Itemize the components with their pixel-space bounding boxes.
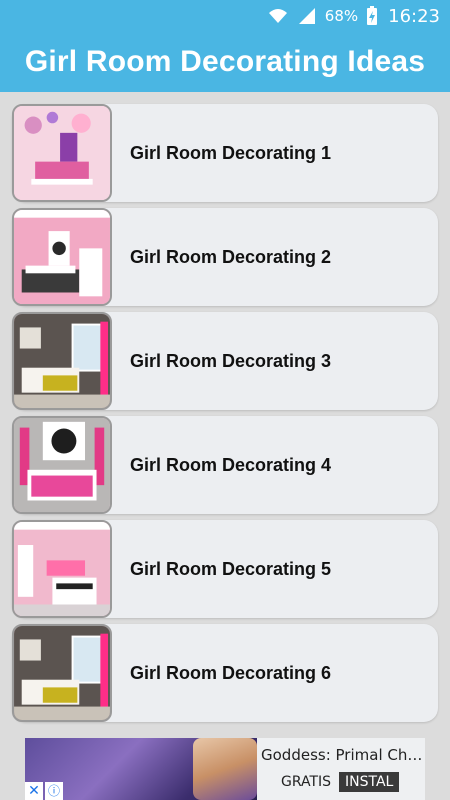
room-thumbnail <box>12 104 112 202</box>
list-item[interactable]: Girl Room Decorating 4 <box>12 416 438 514</box>
list-item[interactable]: Girl Room Decorating 2 <box>12 208 438 306</box>
list-item[interactable]: Girl Room Decorating 1 <box>12 104 438 202</box>
room-thumbnail <box>12 624 112 722</box>
close-icon[interactable]: ✕ <box>25 782 43 800</box>
list-item-label: Girl Room Decorating 6 <box>130 662 332 683</box>
battery-charging-icon <box>366 6 378 26</box>
room-thumbnail <box>12 520 112 618</box>
status-bar: 68% 16:23 <box>0 0 450 32</box>
ad-install-button[interactable]: INSTAL <box>339 772 400 792</box>
list-item-label: Girl Room Decorating 1 <box>130 142 332 163</box>
list-item-label: Girl Room Decorating 2 <box>130 246 332 267</box>
list-item[interactable]: Girl Room Decorating 6 <box>12 624 438 722</box>
list-item-label: Girl Room Decorating 5 <box>130 558 332 579</box>
app-bar: Girl Room Decorating Ideas <box>0 32 450 92</box>
list-item[interactable]: Girl Room Decorating 3 <box>12 312 438 410</box>
ad-price-label: GRATIS <box>281 774 332 790</box>
signal-icon <box>297 7 317 25</box>
item-list: Girl Room Decorating 1 Girl Room Decorat… <box>12 104 438 728</box>
info-icon[interactable]: ⓘ <box>45 782 63 800</box>
room-thumbnail <box>12 208 112 306</box>
ad-title: Goddess: Primal Chao… <box>261 746 425 764</box>
page-title: Girl Room Decorating Ideas <box>24 45 426 78</box>
list-item-label: Girl Room Decorating 4 <box>130 454 332 475</box>
list-item[interactable]: Girl Room Decorating 5 <box>12 520 438 618</box>
wifi-icon <box>267 7 289 25</box>
ad-banner[interactable]: ✕ ⓘ Goddess: Primal Chao… GRATIS INSTAL <box>25 738 425 800</box>
ad-app-icon <box>193 738 257 800</box>
clock: 16:23 <box>388 5 440 27</box>
room-thumbnail <box>12 312 112 410</box>
battery-percent: 68% <box>324 7 359 25</box>
list-item-label: Girl Room Decorating 3 <box>130 350 332 371</box>
room-thumbnail <box>12 416 112 514</box>
